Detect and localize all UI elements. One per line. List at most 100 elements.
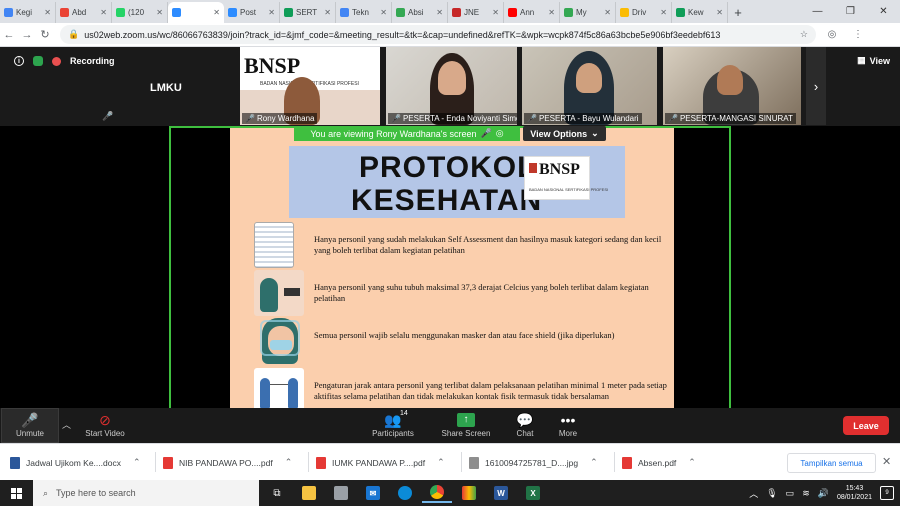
tab-close-icon[interactable]: ✕ <box>492 8 499 17</box>
unmute-button[interactable]: 🎤 Unmute <box>1 408 59 443</box>
url-text: us02web.zoom.us/wc/86066763839/join?trac… <box>84 29 721 40</box>
next-page-arrow-icon[interactable]: › <box>806 47 826 125</box>
start-video-button[interactable]: ⊘ Start Video <box>82 408 128 443</box>
bookmark-star-icon[interactable]: ☆ <box>800 29 808 40</box>
browser-tab[interactable]: ✕ <box>168 2 224 23</box>
battery-icon[interactable]: ▭ <box>786 488 795 499</box>
tab-favicon-icon <box>284 8 293 17</box>
browser-tab[interactable]: Ann ✕ <box>504 2 560 23</box>
chrome-icon[interactable] <box>422 483 452 503</box>
store-icon[interactable] <box>326 483 356 503</box>
bnsp-logo-text: BNSP <box>539 161 580 178</box>
task-view-icon[interactable]: ⧉ <box>262 483 292 503</box>
tab-close-icon[interactable]: ✕ <box>156 8 163 17</box>
slide-title-box: PROTOKOL KESEHATAN BNSP BADAN NASIONAL S… <box>289 146 625 218</box>
thermometer-check-icon <box>254 270 304 316</box>
download-item[interactable]: NIB PANDAWA PO....pdf ⌃ <box>163 450 292 475</box>
forward-icon[interactable]: → <box>18 29 36 41</box>
grid-icon: ▦ <box>857 55 866 65</box>
url-field[interactable]: 🔒 us02web.zoom.us/wc/86066763839/join?tr… <box>60 25 816 44</box>
browser-tab[interactable]: My ✕ <box>560 2 616 23</box>
view-options-button[interactable]: View Options ⌄ <box>523 126 606 141</box>
chat-icon: 💬 <box>516 412 534 428</box>
more-button[interactable]: ••• More <box>553 408 583 443</box>
tab-close-icon[interactable]: ✕ <box>324 8 331 17</box>
download-item[interactable]: IUMK PANDAWA P....pdf ⌃ <box>316 450 445 475</box>
extension-icon[interactable]: ◎ <box>822 27 842 43</box>
security-shield-icon[interactable] <box>33 56 43 66</box>
participant-tile[interactable]: BNSP BADAN NASIONAL SERTIFIKASI PROFESI … <box>240 47 380 125</box>
search-icon: ⌕ <box>43 487 49 498</box>
back-icon[interactable]: ← <box>0 29 18 41</box>
clock[interactable]: 15:43 08/01/2021 <box>837 484 872 502</box>
paint-app-icon[interactable] <box>454 483 484 503</box>
download-options-chevron-icon[interactable]: ⌃ <box>688 457 696 468</box>
participant-tile[interactable]: 🎤 PESERTA-MANGASI SINURAT <box>663 47 801 125</box>
browser-tab[interactable]: Kegi ✕ <box>0 2 56 23</box>
browser-tab[interactable]: Driv ✕ <box>616 2 672 23</box>
tab-close-icon[interactable]: ✕ <box>100 8 107 17</box>
mail-icon[interactable]: ✉ <box>358 483 388 503</box>
tab-close-icon[interactable]: ✕ <box>660 8 667 17</box>
word-icon[interactable]: W <box>486 483 516 503</box>
tab-close-icon[interactable]: ✕ <box>436 8 443 17</box>
taskbar-search-box[interactable]: ⌕ Type here to search <box>33 480 259 506</box>
tab-close-icon[interactable]: ✕ <box>213 8 220 17</box>
download-options-chevron-icon[interactable]: ⌃ <box>133 457 141 468</box>
notification-center-icon[interactable]: 9 <box>880 486 894 500</box>
view-button[interactable]: ▦ View <box>857 55 890 66</box>
reload-icon[interactable]: ↻ <box>36 28 54 41</box>
chevron-up-icon[interactable]: ︿ <box>749 487 758 500</box>
file-explorer-icon[interactable] <box>294 483 324 503</box>
browser-tab[interactable]: Kew ✕ <box>672 2 728 23</box>
slide-title-line1: PROTOKOL <box>359 151 537 184</box>
viewing-screen-banner: You are viewing Rony Wardhana's screen 🎤… <box>294 126 520 141</box>
show-all-downloads-button[interactable]: Tampilkan semua <box>787 453 876 473</box>
download-options-chevron-icon[interactable]: ⌃ <box>437 457 445 468</box>
download-item[interactable]: Absen.pdf ⌃ <box>622 450 696 475</box>
edge-icon[interactable] <box>390 483 420 503</box>
windows-start-icon[interactable] <box>0 480 32 506</box>
audio-options-chevron-icon[interactable]: ︿ <box>62 418 71 431</box>
tab-close-icon[interactable]: ✕ <box>380 8 387 17</box>
tab-close-icon[interactable]: ✕ <box>44 8 51 17</box>
participant-name-label: 🎤 PESERTA - Enda Noviyanti Simo... <box>388 113 517 124</box>
browser-tab[interactable]: Tekn ✕ <box>336 2 392 23</box>
download-filename: 1610094725781_D....jpg <box>485 457 579 468</box>
pdf-file-icon <box>316 456 326 469</box>
download-item[interactable]: 1610094725781_D....jpg ⌃ <box>469 450 598 475</box>
leave-button[interactable]: Leave <box>843 416 889 435</box>
download-options-chevron-icon[interactable]: ⌃ <box>285 457 293 468</box>
close-icon[interactable]: ✕ <box>882 455 891 468</box>
participant-tile[interactable]: 🎤 PESERTA - Bayu Wulandari <box>522 47 657 125</box>
browser-tab[interactable]: Abd ✕ <box>56 2 112 23</box>
info-icon[interactable]: i <box>14 56 24 66</box>
download-item[interactable]: Jadwal Ujikom Ke....docx ⌃ <box>10 450 141 475</box>
browser-tab[interactable]: JNE ✕ <box>448 2 504 23</box>
participant-tile[interactable]: 🎤 PESERTA - Enda Noviyanti Simo... <box>386 47 517 125</box>
menu-icon[interactable]: ⋮ <box>848 27 868 43</box>
microphone-icon[interactable]: 🎙 <box>766 488 777 499</box>
tab-close-icon[interactable]: ✕ <box>548 8 555 17</box>
close-window-icon[interactable]: ✕ <box>867 0 900 23</box>
browser-tab[interactable]: (120 ✕ <box>112 2 168 23</box>
browser-tab[interactable]: Post ✕ <box>224 2 280 23</box>
chat-button[interactable]: 💬 Chat <box>510 408 540 443</box>
share-screen-button[interactable]: ↑ Share Screen <box>440 408 492 443</box>
volume-icon[interactable]: 🔊 <box>818 488 829 499</box>
zoom-participant-strip: i Recording LMKU 🎤 BNSP BADAN NASIONAL S… <box>0 47 900 126</box>
new-tab-icon[interactable]: + <box>728 2 748 23</box>
download-options-chevron-icon[interactable]: ⌃ <box>590 457 598 468</box>
participants-button[interactable]: 👥 14 Participants <box>369 408 417 443</box>
tab-title: (120 <box>128 8 145 17</box>
excel-icon[interactable]: X <box>518 483 548 503</box>
minimize-icon[interactable]: — <box>801 0 834 23</box>
browser-tab[interactable]: Absi ✕ <box>392 2 448 23</box>
network-icon[interactable]: ≋ <box>802 488 810 499</box>
restore-icon[interactable]: ❐ <box>834 0 867 23</box>
tab-close-icon[interactable]: ✕ <box>268 8 275 17</box>
tab-close-icon[interactable]: ✕ <box>604 8 611 17</box>
browser-tab[interactable]: SERT ✕ <box>280 2 336 23</box>
bnsp-logo-subtitle: BADAN NASIONAL SERTIFIKASI PROFESI <box>529 187 609 192</box>
tab-close-icon[interactable]: ✕ <box>716 8 723 17</box>
